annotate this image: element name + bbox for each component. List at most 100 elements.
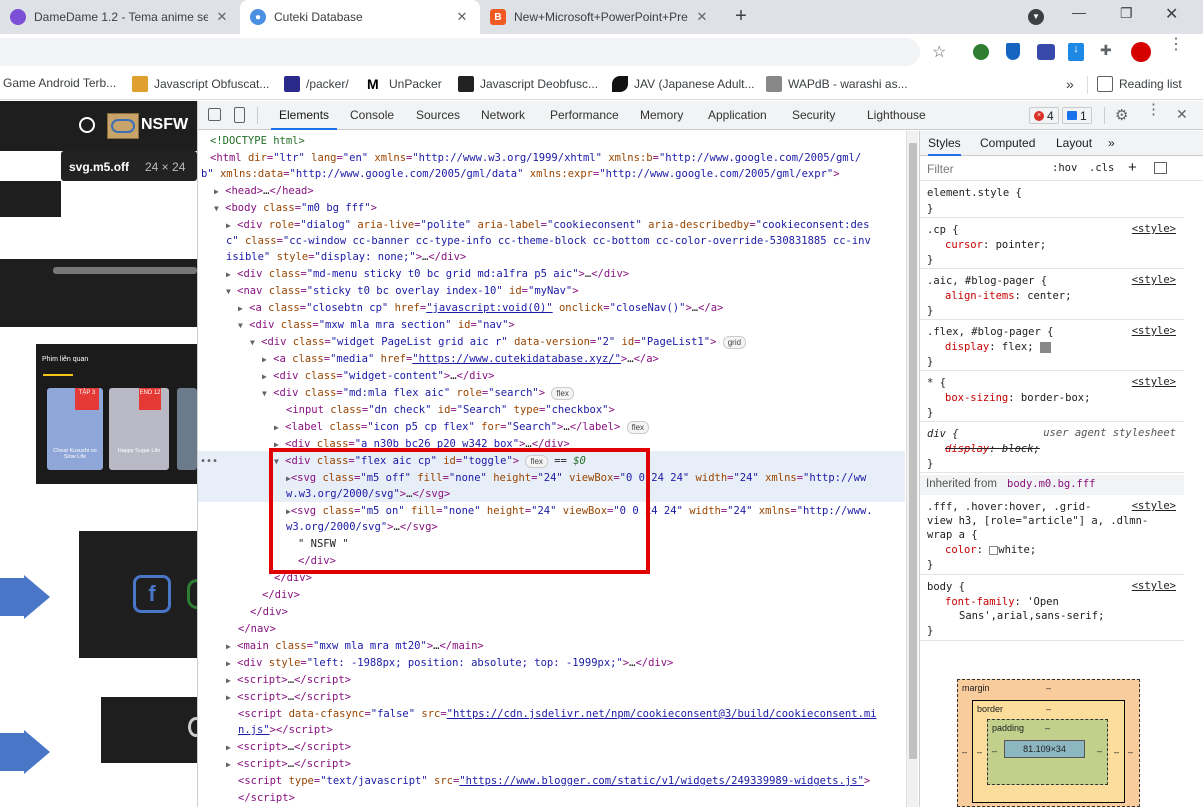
rule-cp[interactable]: .cp {<style> cursor: pointer; }: [920, 218, 1184, 269]
dom-line[interactable]: ▶ <a class="media" href="https://www.cut…: [262, 351, 659, 368]
dom-line[interactable]: ▶ <main class="mxw mla mra mt20">…</main…: [226, 638, 484, 655]
dom-line[interactable]: ▶ <div style="left: -1988px; position: a…: [226, 655, 673, 672]
dom-line[interactable]: ▶ <head>…</head>: [214, 183, 314, 200]
dom-line[interactable]: ▶ <label class="icon p5 cp flex" for="Se…: [274, 419, 650, 436]
browser-menu-icon[interactable]: ⋮: [1168, 37, 1184, 53]
tab-performance[interactable]: Performance: [550, 101, 619, 130]
close-window-button[interactable]: ✕: [1165, 4, 1178, 24]
rule-flex[interactable]: .flex, #blog-pager {<style> display: fle…: [920, 320, 1184, 371]
poster-partial[interactable]: [177, 388, 197, 470]
extension-shield-icon[interactable]: [1006, 43, 1020, 60]
dom-line[interactable]: ▶ <div class="md-menu sticky t0 bc grid …: [226, 266, 629, 283]
dom-line[interactable]: </div>: [250, 604, 288, 621]
dom-line[interactable]: isible" style="display: none;">…</div>: [226, 249, 466, 266]
bookmark-item[interactable]: /packer/: [284, 76, 349, 92]
tab-elements[interactable]: Elements: [271, 101, 338, 130]
dom-line[interactable]: <input class="dn check" id="Search" type…: [286, 402, 615, 419]
new-tab-button[interactable]: +: [730, 5, 752, 27]
settings-gear-icon[interactable]: ⚙: [1115, 106, 1128, 124]
dom-line[interactable]: ▶ <a class="closebtn cp" href="javascrip…: [238, 300, 723, 317]
dom-line[interactable]: n.js"></script>: [238, 722, 333, 739]
profile-avatar[interactable]: [1131, 42, 1151, 62]
facebook-icon[interactable]: f: [133, 575, 171, 613]
search-icon[interactable]: [79, 117, 95, 133]
dom-line[interactable]: <html dir="ltr" lang="en" xmlns="http://…: [210, 150, 861, 167]
padding-left-value[interactable]: –: [992, 746, 997, 756]
dom-line[interactable]: <script type="text/javascript" src="http…: [238, 773, 870, 790]
bookmark-item[interactable]: M UnPacker: [367, 76, 442, 92]
padding-top-value[interactable]: –: [1045, 723, 1050, 733]
tab-network[interactable]: Network: [481, 101, 525, 130]
box-model-content[interactable]: 81.109×34: [1004, 740, 1085, 758]
toggle-off-icon[interactable]: [111, 119, 135, 133]
dom-line[interactable]: ▶ <script>…</script>: [226, 689, 351, 706]
filter-input[interactable]: Filter: [927, 162, 954, 176]
tab-sources[interactable]: Sources: [416, 101, 460, 130]
tab-search-icon[interactable]: ▼: [1028, 9, 1044, 25]
dom-tree-scrollbar[interactable]: [906, 131, 918, 807]
dom-line[interactable]: ▼ <div class="mxw mla mra section" id="n…: [238, 317, 515, 334]
minimize-button[interactable]: —: [1072, 4, 1086, 20]
padding-right-value[interactable]: –: [1097, 746, 1102, 756]
toggle-sidebar-icon[interactable]: [1154, 162, 1167, 174]
rule-universal[interactable]: * {<style> box-sizing: border-box; }: [920, 371, 1184, 422]
extensions-puzzle-icon[interactable]: ✚: [1100, 42, 1112, 59]
dom-line[interactable]: ▶ <div class="widget-content">…</div>: [262, 368, 494, 385]
bookmark-item[interactable]: JAV (Japanese Adult...: [612, 76, 755, 92]
node-actions-ellipsis[interactable]: •••: [200, 456, 218, 467]
dom-line[interactable]: ▼ <nav class="sticky t0 bc overlay index…: [226, 283, 579, 300]
border-right-value[interactable]: –: [1114, 747, 1119, 757]
box-model-border[interactable]: border – – – padding – – – 81.109×34: [972, 700, 1125, 803]
extension-globe-icon[interactable]: [973, 44, 989, 60]
dom-line[interactable]: ▼ <body class="m0 bg fff">: [214, 200, 377, 217]
error-counter[interactable]: × 4: [1029, 107, 1059, 124]
inspect-element-icon[interactable]: [208, 108, 221, 121]
scrollbar-thumb[interactable]: [909, 143, 917, 759]
device-toolbar-icon[interactable]: [234, 107, 245, 123]
close-tab-icon[interactable]: ✕: [454, 9, 470, 25]
nsfw-label[interactable]: NSFW: [141, 116, 188, 134]
tab-computed[interactable]: Computed: [980, 131, 1035, 156]
margin-left-value[interactable]: –: [962, 747, 967, 757]
dom-line[interactable]: <script data-cfasync="false" src="https:…: [238, 706, 877, 723]
message-counter[interactable]: 1: [1062, 107, 1092, 124]
close-tab-icon[interactable]: ✕: [694, 9, 710, 25]
tab-application[interactable]: Application: [708, 101, 767, 130]
rule-body[interactable]: body {<style> font-family: 'Open Sans',a…: [920, 575, 1184, 641]
tab-layout[interactable]: Layout: [1056, 131, 1092, 156]
dom-line[interactable]: ▶ <script>…</script>: [226, 672, 351, 689]
tab-security[interactable]: Security: [792, 101, 835, 130]
cls-toggle[interactable]: .cls: [1089, 162, 1114, 174]
tab-memory[interactable]: Memory: [640, 101, 683, 130]
extension-download-icon[interactable]: ↓: [1068, 43, 1084, 61]
poster-happy-sugar-life[interactable]: END 12 Happy Sugar Life: [109, 388, 169, 470]
color-swatch[interactable]: [989, 545, 999, 555]
border-left-value[interactable]: –: [977, 747, 982, 757]
maximize-button[interactable]: ❐: [1120, 5, 1133, 22]
inherited-selector-link[interactable]: body.m0.bg.fff: [1007, 478, 1096, 490]
devtools-menu-icon[interactable]: ⋮: [1146, 102, 1161, 117]
tab-console[interactable]: Console: [350, 101, 394, 130]
dom-line[interactable]: ▼ <div class="md:mla flex aic" role="sea…: [262, 385, 574, 402]
browser-tab-damedame[interactable]: DameDame 1.2 - Tema anime se ✕: [0, 0, 240, 34]
browser-tab-cuteki[interactable]: ● Cuteki Database ✕: [240, 0, 480, 34]
dom-line[interactable]: </div>: [262, 587, 300, 604]
dom-line[interactable]: </script>: [238, 790, 295, 807]
margin-right-value[interactable]: –: [1128, 747, 1133, 757]
close-devtools-icon[interactable]: ✕: [1176, 106, 1188, 123]
dom-line[interactable]: ▼ <div class="widget PageList grid aic r…: [250, 334, 747, 351]
extension-link-icon[interactable]: [1037, 44, 1055, 60]
poster-cheat-kusushi[interactable]: TẬP 3 Cheat Kusushi no Slow Life: [47, 388, 103, 470]
box-model-margin[interactable]: margin – – – border – – – padding – – – …: [957, 679, 1140, 807]
dom-line[interactable]: </nav>: [238, 621, 276, 638]
rule-fff[interactable]: .fff, .hover:hover, .grid- <style> view h…: [920, 496, 1184, 575]
bookmark-item[interactable]: Javascript Obfuscat...: [132, 76, 269, 92]
box-model-padding[interactable]: padding – – – 81.109×34: [987, 719, 1108, 785]
tab-lighthouse[interactable]: Lighthouse: [867, 101, 926, 130]
margin-top-value[interactable]: –: [1046, 683, 1051, 693]
dom-line[interactable]: b" xmlns:data="http://www.google.com/200…: [201, 166, 840, 183]
hov-toggle[interactable]: :hov: [1052, 162, 1077, 174]
rule-aic[interactable]: .aic, #blog-pager {<style> align-items: …: [920, 269, 1184, 320]
dom-line[interactable]: ▶ <div role="dialog" aria-live="polite" …: [226, 217, 869, 234]
address-bar[interactable]: [0, 38, 920, 66]
